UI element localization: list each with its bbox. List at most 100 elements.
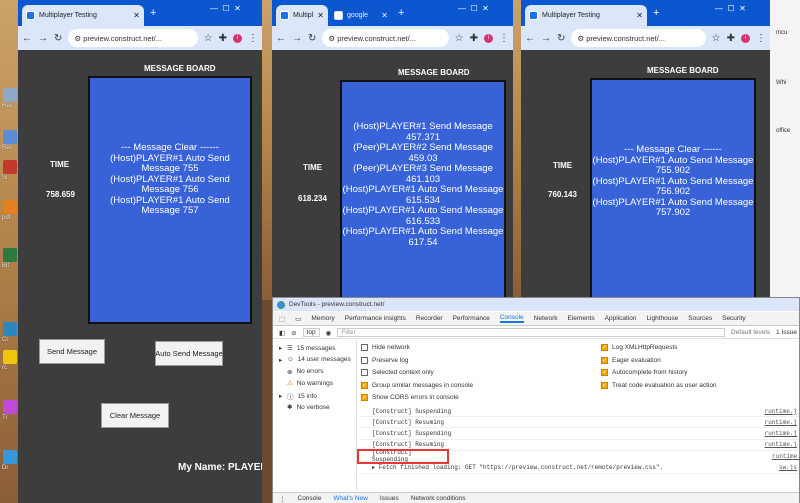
close-icon[interactable]: ✕ xyxy=(129,11,140,20)
checkbox-unchecked[interactable] xyxy=(361,356,368,364)
reload-icon[interactable]: ↻ xyxy=(557,33,565,44)
inspect-icon[interactable]: ⬚ xyxy=(279,315,285,323)
desktop-app-icon[interactable] xyxy=(3,130,17,144)
extensions-icon[interactable]: ✚ xyxy=(470,33,478,44)
clear-message-button[interactable]: Clear Message xyxy=(101,403,169,428)
sidebar-item[interactable]: ▸ ☺ 14 user messages xyxy=(279,356,351,364)
menu-icon[interactable]: ⋮ xyxy=(756,33,766,44)
checkbox-checked[interactable]: ✓ xyxy=(361,381,368,389)
profile-avatar[interactable]: i xyxy=(233,33,242,43)
source-link[interactable]: runtime.j xyxy=(765,430,799,437)
send-message-button[interactable]: Send Message xyxy=(39,339,105,364)
devtools-tab-recorder[interactable]: Recorder xyxy=(416,315,443,322)
device-toolbar-icon[interactable]: ▭ xyxy=(295,315,301,323)
devtools-tab-performance[interactable]: Performance xyxy=(453,315,490,322)
drawer-menu-icon[interactable]: ⋮ xyxy=(279,495,286,503)
sidebar-item[interactable]: ▸ ⓘ 15 info xyxy=(279,391,317,402)
source-link[interactable]: sw.js xyxy=(779,464,799,471)
console-setting[interactable]: ✓ Group similar messages in console xyxy=(361,381,473,389)
desktop-app-icon[interactable] xyxy=(3,322,17,336)
devtools-tab-console[interactable]: Console xyxy=(499,314,524,323)
checkbox-checked[interactable]: ✓ xyxy=(601,356,608,364)
issues-badge[interactable]: 1 Issue xyxy=(776,329,799,336)
desktop-app-icon[interactable] xyxy=(3,400,17,414)
forward-icon[interactable]: → xyxy=(541,33,551,44)
console-setting[interactable]: Hide network xyxy=(361,344,410,351)
desktop-app-icon[interactable] xyxy=(3,248,17,262)
levels-select[interactable]: Default levels xyxy=(731,329,770,336)
back-icon[interactable]: ← xyxy=(276,33,286,44)
devtools-tab-network[interactable]: Network xyxy=(534,315,558,322)
devtools-tab-security[interactable]: Security xyxy=(722,315,745,322)
drawer-tab-console[interactable]: Console xyxy=(298,495,322,502)
close-icon[interactable]: ✕ xyxy=(632,11,643,20)
devtools-tab-sources[interactable]: Sources xyxy=(688,315,712,322)
devtools-tab-memory[interactable]: Memory xyxy=(311,315,334,322)
close-icon[interactable]: ✕ xyxy=(377,11,388,20)
sidebar-item[interactable]: ⚠ No warnings xyxy=(279,379,333,388)
desktop-app-icon[interactable] xyxy=(3,200,17,214)
reload-icon[interactable]: ↻ xyxy=(308,33,316,44)
desktop-app-icon[interactable] xyxy=(3,88,17,102)
profile-avatar[interactable]: i xyxy=(741,33,750,43)
url-field[interactable]: ⚙ preview.construct.net/... xyxy=(571,29,706,47)
profile-avatar[interactable]: i xyxy=(484,33,493,43)
star-icon[interactable]: ☆ xyxy=(204,33,213,44)
desktop-app-icon[interactable] xyxy=(3,350,17,364)
clear-console-icon[interactable]: ⊘ xyxy=(291,329,296,337)
drawer-tab-issues[interactable]: Issues xyxy=(380,495,399,502)
sidebar-item[interactable]: ▸ ☰ 15 messages xyxy=(279,344,336,353)
tab-multiplayer-testing[interactable]: Multiplayer Testing ✕ xyxy=(525,5,647,26)
window-controls[interactable]: — ☐ ✕ xyxy=(458,4,489,13)
checkbox-unchecked[interactable] xyxy=(361,369,368,377)
console-setting[interactable]: ✓ Eager evaluation xyxy=(601,356,661,364)
close-icon[interactable]: ✕ xyxy=(313,11,324,20)
menu-icon[interactable]: ⋮ xyxy=(248,33,258,44)
source-link[interactable]: runtime.j xyxy=(765,408,799,415)
console-setting[interactable]: Preserve log xyxy=(361,356,409,364)
new-tab-icon[interactable]: + xyxy=(150,7,156,19)
checkbox-checked[interactable]: ✓ xyxy=(361,394,368,402)
console-setting[interactable]: ✓ Autocomplete from history xyxy=(601,369,688,377)
sidebar-toggle-icon[interactable]: ◧ xyxy=(279,329,285,337)
extensions-icon[interactable]: ✚ xyxy=(727,33,735,44)
forward-icon[interactable]: → xyxy=(292,33,302,44)
forward-icon[interactable]: → xyxy=(38,33,48,44)
checkbox-unchecked[interactable] xyxy=(361,344,368,351)
desktop-app-icon[interactable] xyxy=(3,160,17,174)
back-icon[interactable]: ← xyxy=(525,33,535,44)
console-setting[interactable]: ✓ Log XMLHttpRequests xyxy=(601,344,677,351)
tab-multiplayer[interactable]: Multipl ✕ xyxy=(276,5,328,26)
source-link[interactable]: runtime.j xyxy=(765,419,799,426)
star-icon[interactable]: ☆ xyxy=(712,33,721,44)
tab-multiplayer-testing[interactable]: Multiplayer Testing ✕ xyxy=(22,5,144,26)
source-link[interactable]: runtime.j xyxy=(772,453,800,460)
checkbox-checked[interactable]: ✓ xyxy=(601,369,608,377)
source-link[interactable]: runtime.j xyxy=(765,441,799,448)
window-controls[interactable]: — ☐ ✕ xyxy=(715,4,746,13)
url-field[interactable]: ⚙ preview.construct.net/... xyxy=(68,29,198,47)
devtools-tab-application[interactable]: Application xyxy=(605,315,637,322)
drawer-tab-what-s-new[interactable]: What's New xyxy=(333,495,367,502)
context-select[interactable]: top xyxy=(302,328,320,337)
extensions-icon[interactable]: ✚ xyxy=(219,33,227,44)
devtools-tab-elements[interactable]: Elements xyxy=(568,315,595,322)
reload-icon[interactable]: ↻ xyxy=(54,33,62,44)
menu-icon[interactable]: ⋮ xyxy=(499,33,509,44)
back-icon[interactable]: ← xyxy=(22,33,32,44)
url-field[interactable]: ⚙ preview.construct.net/... xyxy=(322,29,449,47)
console-setting[interactable]: Selected context only xyxy=(361,369,434,377)
tab-google[interactable]: google ✕ xyxy=(330,5,392,26)
sidebar-item[interactable]: ✱ No verbose xyxy=(279,403,330,412)
new-tab-icon[interactable]: + xyxy=(653,7,659,19)
eye-icon[interactable]: ◉ xyxy=(326,329,332,337)
window-controls[interactable]: — ☐ ✕ xyxy=(210,4,241,13)
devtools-tab-lighthouse[interactable]: Lighthouse xyxy=(646,315,678,322)
console-setting[interactable]: ✓ Show CORS errors in console xyxy=(361,394,459,402)
devtools-tab-performance-insights[interactable]: Performance insights xyxy=(345,315,406,322)
drawer-tab-network-conditions[interactable]: Network conditions xyxy=(411,495,466,502)
new-tab-icon[interactable]: + xyxy=(398,7,404,19)
star-icon[interactable]: ☆ xyxy=(455,33,464,44)
checkbox-checked[interactable]: ✓ xyxy=(601,381,608,389)
auto-send-message-button[interactable]: Auto Send Message xyxy=(155,341,223,366)
